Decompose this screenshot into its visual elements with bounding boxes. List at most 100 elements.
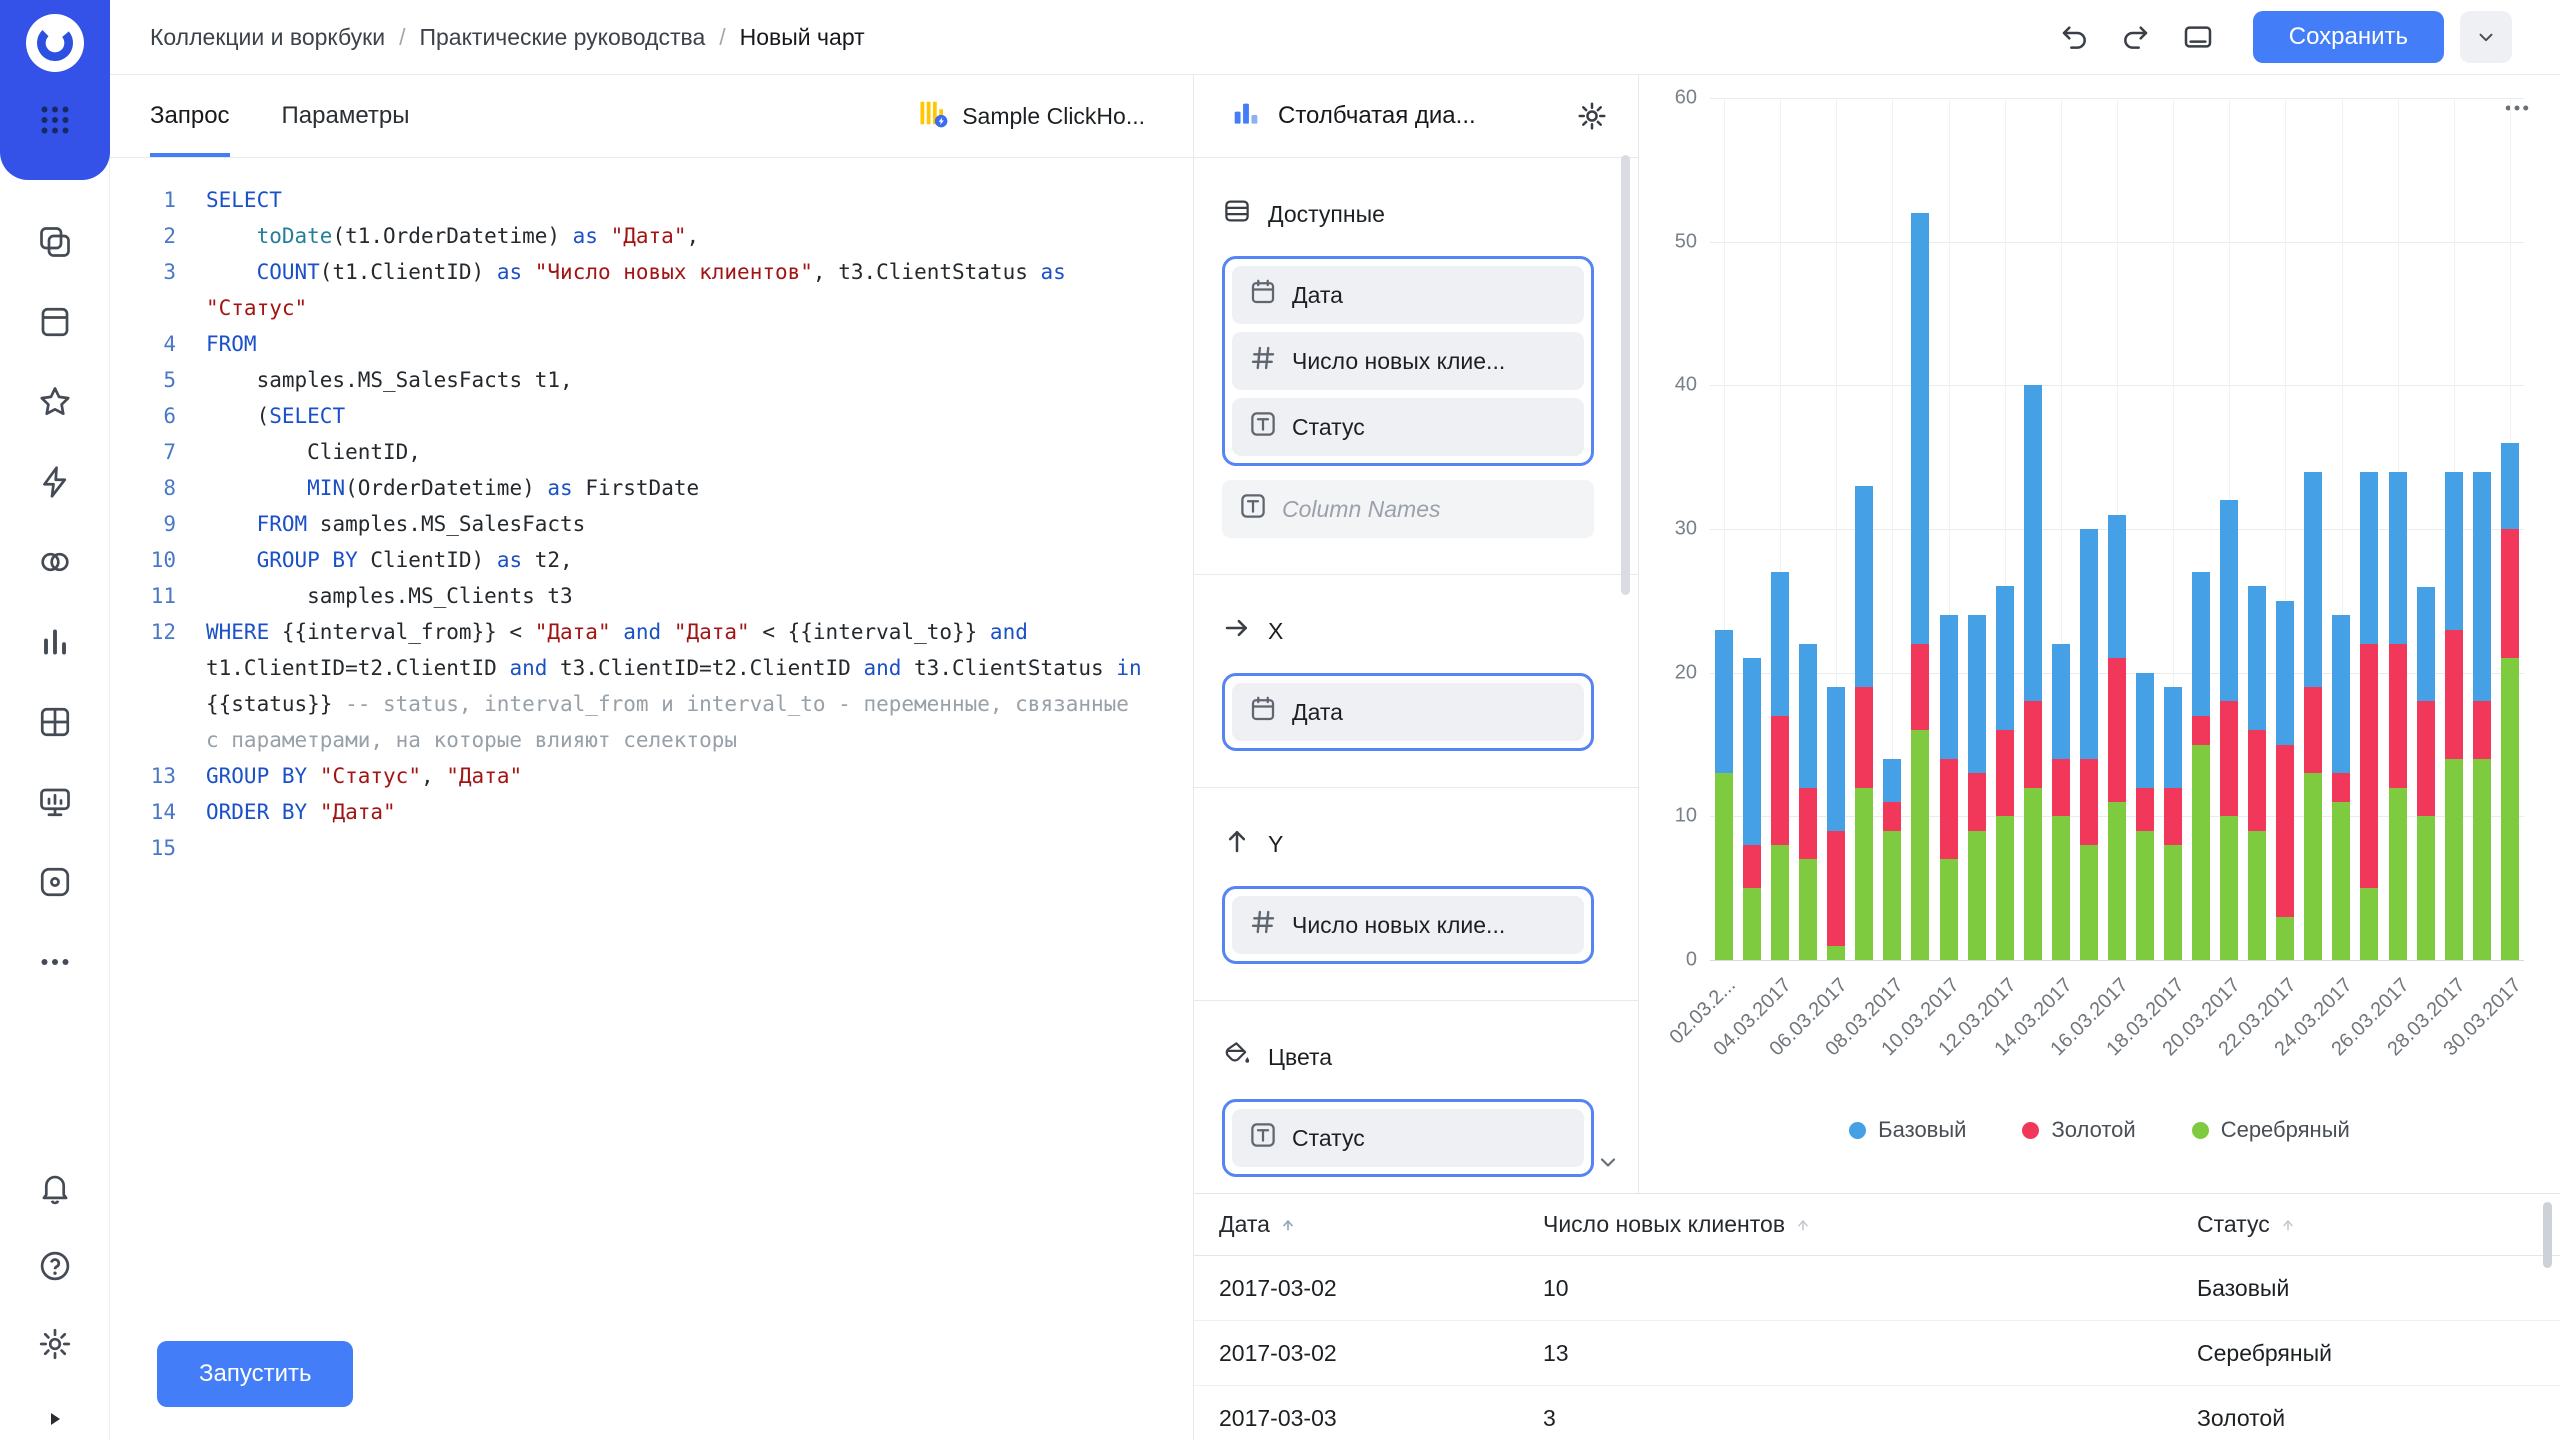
save-button[interactable]: Сохранить — [2253, 11, 2444, 63]
stacked-bar[interactable] — [2360, 472, 2378, 960]
stacked-bar[interactable] — [2248, 586, 2266, 960]
sidebar-item-star[interactable] — [27, 374, 83, 430]
run-button[interactable]: Запустить — [157, 1341, 353, 1407]
sql-editor[interactable]: 1SELECT2 toDate(t1.OrderDatetime) as "Да… — [110, 158, 1193, 1440]
legend-item-Золотой[interactable]: Золотой — [2022, 1117, 2135, 1143]
line-number: 10 — [110, 542, 206, 578]
table-scrollbar[interactable] — [2543, 1202, 2552, 1268]
sidebar-item-lightning[interactable] — [27, 454, 83, 510]
stacked-bar[interactable] — [2473, 472, 2491, 960]
column-header-sort[interactable]: Дата — [1219, 1211, 1543, 1238]
editor-tabs-row: Запрос Параметры Sample ClickHo... — [110, 75, 1193, 158]
field-chip[interactable]: Статус — [1232, 398, 1584, 456]
chart-type-label[interactable]: Столбчатая диа... — [1278, 102, 1476, 130]
field-chip[interactable]: Число новых клие... — [1232, 896, 1584, 954]
sidebar-item-grid[interactable] — [27, 694, 83, 750]
sidebar-collapse-button[interactable] — [0, 1398, 109, 1440]
redo-button[interactable] — [2113, 14, 2159, 60]
breadcrumb-item[interactable]: Практические руководства — [419, 24, 705, 51]
legend-item-Серебряный[interactable]: Серебряный — [2192, 1117, 2350, 1143]
stacked-bar[interactable] — [2276, 601, 2294, 960]
field-label: Число новых клие... — [1292, 912, 1505, 939]
column-header-sort[interactable]: Статус — [2197, 1211, 2560, 1238]
stacked-bar[interactable] — [1968, 615, 1986, 960]
stacked-bar[interactable] — [2052, 644, 2070, 960]
field-chip-placeholder[interactable]: Column Names — [1222, 480, 1594, 538]
line-number: 13 — [110, 758, 206, 794]
sidebar-item-collections[interactable] — [27, 214, 83, 270]
bar-segment-Базовый — [2108, 515, 2126, 659]
chart-settings-gear-icon[interactable] — [1576, 100, 1608, 132]
bar-segment-Базовый — [1940, 615, 1958, 759]
bar-segment-Базовый — [2136, 673, 2154, 788]
bar-segment-Серебряный — [2220, 816, 2238, 960]
stacked-bar[interactable] — [1855, 486, 1873, 960]
field-chip[interactable]: Дата — [1232, 683, 1584, 741]
code-text: MIN(OrderDatetime) as FirstDate — [206, 470, 1193, 506]
apps-grid-icon[interactable] — [27, 92, 83, 148]
stacked-bar[interactable] — [1743, 658, 1761, 960]
sidebar-item-box[interactable] — [27, 854, 83, 910]
field-chip[interactable]: Статус — [1232, 1109, 1584, 1167]
settings-expand-chevron-icon[interactable] — [1596, 1150, 1620, 1179]
undo-button[interactable] — [2051, 14, 2097, 60]
legend-item-Базовый[interactable]: Базовый — [1849, 1117, 1966, 1143]
stacked-bar[interactable] — [2136, 673, 2154, 960]
stacked-bar[interactable] — [1799, 644, 1817, 960]
sidebar-item-monitor[interactable] — [27, 774, 83, 830]
stacked-bar[interactable] — [2220, 500, 2238, 960]
tab-Параметры[interactable]: Параметры — [282, 75, 410, 157]
stacked-bar[interactable] — [1827, 687, 1845, 960]
sidebar-item-bell[interactable] — [27, 1160, 83, 1216]
field-chip[interactable]: Дата — [1232, 266, 1584, 324]
stacked-bar[interactable] — [2389, 472, 2407, 960]
bar-segment-Золотой — [1799, 788, 1817, 860]
stacked-bar[interactable] — [2501, 443, 2519, 960]
table-row: 2017-03-0210Базовый — [1194, 1256, 2560, 1321]
stacked-bar[interactable] — [1996, 586, 2014, 960]
bar-segment-Базовый — [2080, 529, 2098, 759]
code-line: 7 ClientID, — [110, 434, 1193, 470]
stacked-bar[interactable] — [1940, 615, 1958, 960]
sidebar-item-bar-chart[interactable] — [27, 614, 83, 670]
save-menu-chevron-button[interactable] — [2460, 11, 2512, 63]
stacked-bar[interactable] — [2080, 529, 2098, 960]
stacked-bar[interactable] — [2192, 572, 2210, 960]
breadcrumb-item[interactable]: Коллекции и воркбуки — [150, 24, 385, 51]
stacked-bar[interactable] — [2417, 587, 2435, 960]
sidebar-item-gear[interactable] — [27, 1316, 83, 1372]
datalens-logo-icon[interactable] — [26, 14, 84, 72]
stacked-bar[interactable] — [1883, 759, 1901, 960]
bar-segment-Серебряный — [2445, 759, 2463, 960]
stacked-bar[interactable] — [1715, 630, 1733, 960]
stacked-bar[interactable] — [2445, 472, 2463, 960]
bar-slot — [2019, 98, 2047, 960]
stacked-bar[interactable] — [1771, 572, 1789, 960]
stacked-bar[interactable] — [2108, 515, 2126, 960]
sidebar-item-workbooks[interactable] — [27, 294, 83, 350]
stacked-bar[interactable] — [2024, 385, 2042, 960]
code-line: 3 COUNT(t1.ClientID) as "Число новых кли… — [110, 254, 1193, 326]
panel-toggle-icon[interactable] — [2175, 14, 2221, 60]
bar-segment-Золотой — [2332, 773, 2350, 802]
stacked-bar[interactable] — [2332, 615, 2350, 960]
sidebar-item-ellipsis[interactable] — [27, 934, 83, 990]
bar-segment-Серебряный — [2248, 831, 2266, 960]
code-line: 13GROUP BY "Статус", "Дата" — [110, 758, 1193, 794]
stacked-bar[interactable] — [1911, 213, 1929, 960]
code-line: 15 — [110, 830, 1193, 866]
stacked-bar[interactable] — [2164, 687, 2182, 960]
connection-badge[interactable]: Sample ClickHo... — [918, 75, 1145, 157]
column-header-sort[interactable]: Число новых клиентов — [1543, 1211, 2197, 1238]
sidebar-item-rings[interactable] — [27, 534, 83, 590]
sidebar-item-help[interactable] — [27, 1238, 83, 1294]
bar-segment-Базовый — [1799, 644, 1817, 788]
bars-layer — [1710, 98, 2524, 960]
settings-scrollbar[interactable] — [1621, 155, 1630, 595]
sort-arrow-icon — [1280, 1217, 1296, 1233]
field-chip[interactable]: Число новых клие... — [1232, 332, 1584, 390]
bar-chart-type-icon[interactable] — [1230, 97, 1262, 136]
tab-Запрос[interactable]: Запрос — [150, 75, 230, 157]
stacked-bar[interactable] — [2304, 472, 2322, 960]
y-axis-tick-label: 10 — [1639, 805, 1697, 828]
